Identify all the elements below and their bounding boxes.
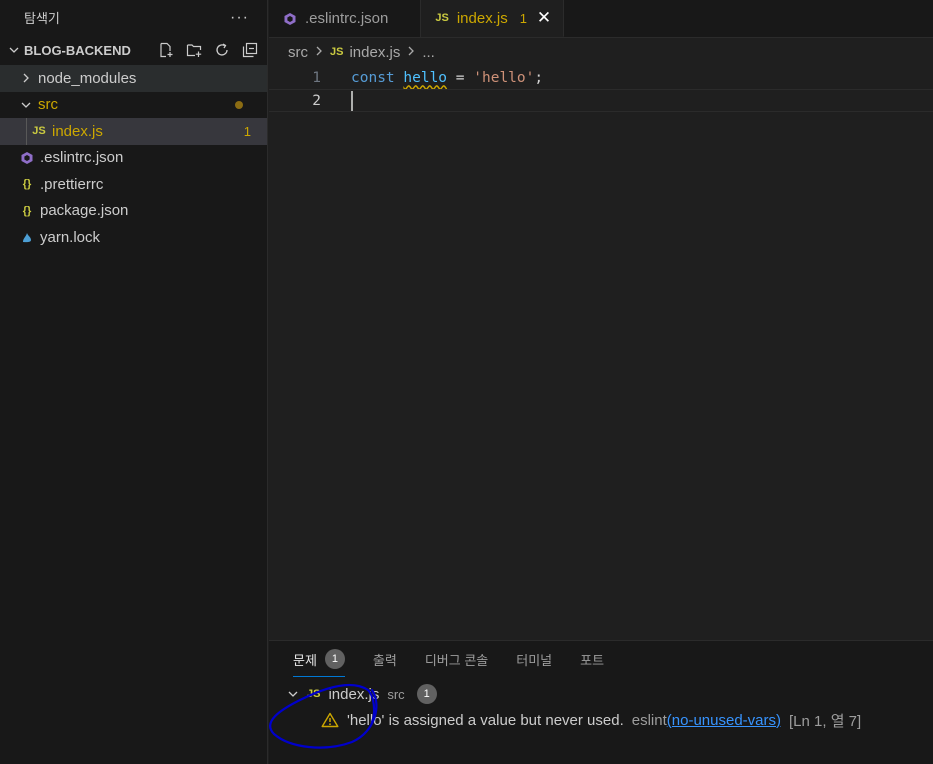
semicolon-token: ; xyxy=(534,69,544,86)
tab-label: 터미널 xyxy=(516,652,553,668)
operator-token: = xyxy=(447,69,474,86)
more-actions-icon[interactable]: ··· xyxy=(230,9,249,26)
js-file-icon: JS xyxy=(330,46,344,58)
warning-icon xyxy=(321,712,339,728)
tab-problems[interactable]: 문제 1 xyxy=(293,641,345,677)
problem-file-dir: src xyxy=(387,686,405,702)
json-braces-icon: {} xyxy=(22,204,32,217)
json-braces-icon: {} xyxy=(22,178,32,191)
explorer-sidebar: 탐색기 ··· BLOG-BACKEND node_modules src JS… xyxy=(0,0,268,764)
tree-item-label: src xyxy=(38,96,58,114)
text-cursor xyxy=(351,90,353,111)
tab-label: 디버그 콘솔 xyxy=(424,652,489,668)
breadcrumb: src JS index.js ... xyxy=(269,38,933,66)
explorer-actions xyxy=(157,41,259,59)
problem-source: eslint xyxy=(631,711,667,729)
js-file-icon: JS xyxy=(435,12,449,24)
tab-label: 문제 xyxy=(293,652,317,668)
yarn-file-icon xyxy=(18,230,36,244)
chevron-down-icon xyxy=(18,99,34,111)
tree-item-eslintrc[interactable]: .eslintrc.json xyxy=(0,145,267,172)
chevron-down-icon xyxy=(285,688,301,700)
rule-link[interactable]: (no-unused-vars) xyxy=(667,712,781,729)
refresh-icon[interactable] xyxy=(213,41,231,59)
editor-area: .eslintrc.json JS index.js 1 ✕ src JS in… xyxy=(269,0,933,640)
tree-item-node-modules[interactable]: node_modules xyxy=(0,65,267,92)
problem-count-badge: 1 xyxy=(243,123,251,139)
bottom-panel: 문제 1 출력 디버그 콘솔 터미널 포트 JS index.js src 1 … xyxy=(269,640,933,764)
identifier-token: hello xyxy=(403,69,448,86)
line-number: 2 xyxy=(312,92,321,109)
collapse-all-icon[interactable] xyxy=(241,41,259,59)
new-file-icon[interactable] xyxy=(157,41,175,59)
problem-row[interactable]: 'hello' is assigned a value but never us… xyxy=(269,707,933,733)
tab-label: index.js xyxy=(456,9,508,27)
tab-terminal[interactable]: 터미널 xyxy=(516,641,552,677)
eslint-file-icon xyxy=(283,12,297,26)
tab-eslintrc[interactable]: .eslintrc.json xyxy=(269,0,422,37)
indent-guide xyxy=(26,118,27,145)
close-icon[interactable]: ✕ xyxy=(535,8,553,28)
problem-message: 'hello' is assigned a value but never us… xyxy=(347,711,624,729)
editor-tabs: .eslintrc.json JS index.js 1 ✕ xyxy=(269,0,933,38)
keyword-token: const xyxy=(351,69,395,86)
tab-label: 포트 xyxy=(580,652,605,668)
string-token: 'hello' xyxy=(473,69,535,86)
problem-file-count-badge: 1 xyxy=(416,684,437,704)
problems-count-badge: 1 xyxy=(324,649,345,669)
chevron-right-icon xyxy=(18,72,34,84)
tree-item-label: node_modules xyxy=(38,69,137,87)
breadcrumb-symbols[interactable]: ... xyxy=(422,44,435,61)
line-number: 1 xyxy=(312,69,321,86)
code-text: const hello = 'hello'; xyxy=(351,70,543,86)
tree-item-label: .eslintrc.json xyxy=(40,149,124,167)
breadcrumb-folder[interactable]: src xyxy=(288,44,308,61)
tree-item-src[interactable]: src xyxy=(0,92,267,119)
code-editor[interactable]: 1 const hello = 'hello'; 2 xyxy=(269,66,933,112)
tree-item-index-js[interactable]: JS index.js 1 xyxy=(0,118,267,145)
tab-ports[interactable]: 포트 xyxy=(580,641,604,677)
tab-output[interactable]: 출력 xyxy=(373,641,397,677)
tree-item-label: .prettierrc xyxy=(40,175,104,193)
tab-debug-console[interactable]: 디버그 콘솔 xyxy=(425,641,488,677)
tree-item-package-json[interactable]: {} package.json xyxy=(0,198,267,225)
modified-dot-icon xyxy=(235,100,243,109)
js-file-icon: JS xyxy=(307,688,321,700)
chevron-right-icon xyxy=(314,44,324,60)
tree-item-label: package.json xyxy=(40,202,129,220)
problem-location: [Ln 1, 열 7] xyxy=(789,712,862,730)
tab-index-js[interactable]: JS index.js 1 ✕ xyxy=(421,0,564,37)
new-folder-icon[interactable] xyxy=(185,41,203,59)
tab-problem-count: 1 xyxy=(519,10,527,26)
problem-file-row[interactable]: JS index.js src 1 xyxy=(269,681,933,707)
code-line-1[interactable]: 1 const hello = 'hello'; xyxy=(269,66,933,89)
explorer-header: 탐색기 ··· xyxy=(0,0,267,35)
tree-item-label: yarn.lock xyxy=(40,228,101,246)
eslint-file-icon xyxy=(18,151,36,165)
project-section-header[interactable]: BLOG-BACKEND xyxy=(0,35,267,65)
project-name: BLOG-BACKEND xyxy=(24,42,131,58)
js-file-icon: JS xyxy=(32,125,46,138)
tree-item-prettierrc[interactable]: {} .prettierrc xyxy=(0,171,267,198)
tab-label: 출력 xyxy=(372,652,397,668)
panel-tabs: 문제 1 출력 디버그 콘솔 터미널 포트 xyxy=(269,641,933,677)
tree-item-yarn-lock[interactable]: yarn.lock xyxy=(0,224,267,251)
tab-label: .eslintrc.json xyxy=(305,10,389,27)
tree-item-label: index.js xyxy=(52,122,103,140)
explorer-title: 탐색기 xyxy=(24,11,60,26)
breadcrumb-file[interactable]: index.js xyxy=(349,44,400,61)
chevron-right-icon xyxy=(406,44,416,60)
code-line-2[interactable]: 2 xyxy=(269,89,933,112)
problem-file-name: index.js xyxy=(328,685,380,703)
chevron-down-icon xyxy=(4,44,24,56)
